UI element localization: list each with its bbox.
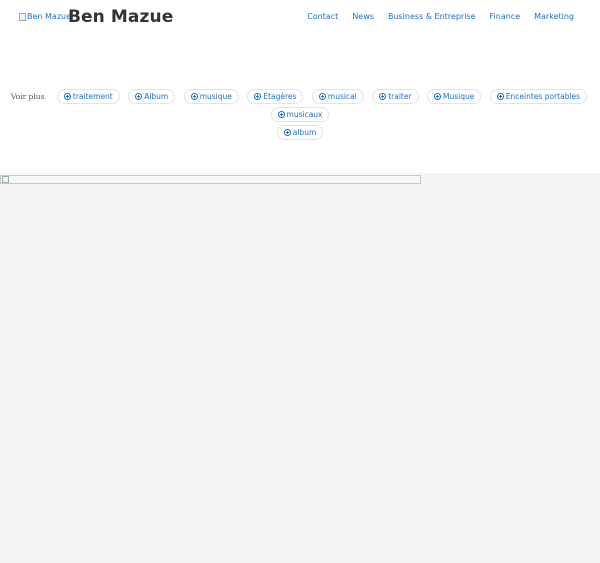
plus-circle-icon	[434, 93, 441, 101]
tag-label: Enceintes portables	[505, 92, 581, 102]
tag-musique-cap[interactable]: Musique	[427, 89, 482, 105]
tag-label: album	[292, 127, 317, 137]
tag-traiter[interactable]: traiter	[372, 89, 419, 105]
broken-image-icon	[19, 12, 26, 21]
nav-item-news[interactable]: News	[352, 12, 374, 21]
tag-label: traiter	[388, 92, 412, 102]
site-logo[interactable]: Ben Mazue	[19, 12, 71, 21]
tag-label: Étagères	[263, 92, 297, 102]
tag-etageres[interactable]: Étagères	[247, 89, 304, 105]
plus-circle-icon	[277, 110, 285, 118]
site-title[interactable]: Ben Mazue	[68, 7, 173, 27]
tag-label: Musique	[443, 92, 475, 102]
plus-circle-icon	[283, 128, 291, 136]
plus-circle-icon	[496, 93, 504, 101]
tag-traitement[interactable]: traitement	[56, 89, 120, 105]
nav-item-contact[interactable]: Contact	[307, 12, 338, 21]
site-header: Ben Mazue Ben Mazue Contact News Busines…	[0, 0, 600, 36]
nav-item-business[interactable]: Business & Entreprise	[388, 12, 476, 21]
plus-circle-icon	[135, 93, 143, 101]
plus-circle-icon	[254, 93, 262, 101]
plus-circle-icon	[190, 93, 198, 101]
broken-image-icon	[2, 176, 9, 183]
banner-image	[0, 175, 421, 184]
plus-circle-icon	[318, 93, 326, 101]
plus-circle-icon	[63, 93, 71, 101]
tag-label: traitement	[72, 92, 113, 102]
tag-musique[interactable]: musique	[183, 89, 239, 105]
tag-label: musical	[327, 92, 357, 102]
tag-label: Album	[144, 92, 169, 102]
tag-label: musicaux	[286, 109, 323, 119]
tag-cloud: Voir plus traitement Album musique Étagè…	[0, 88, 600, 140]
tag-musicaux[interactable]: musicaux	[270, 106, 330, 122]
voir-plus-label: Voir plus	[10, 92, 45, 102]
main-nav: Contact News Business & Entreprise Finan…	[293, 12, 574, 21]
tag-enceintes-portables[interactable]: Enceintes portables	[489, 89, 588, 105]
plus-circle-icon	[379, 93, 387, 101]
tag-album[interactable]: Album	[128, 89, 176, 105]
page-top: Ben Mazue Ben Mazue Contact News Busines…	[0, 0, 600, 173]
nav-item-finance[interactable]: Finance	[490, 12, 521, 21]
tag-musical[interactable]: musical	[311, 89, 364, 105]
nav-item-marketing[interactable]: Marketing	[534, 12, 574, 21]
tag-album-lower[interactable]: album	[276, 124, 324, 140]
tag-label: musique	[199, 92, 232, 102]
logo-alt-text: Ben Mazue	[27, 12, 72, 21]
